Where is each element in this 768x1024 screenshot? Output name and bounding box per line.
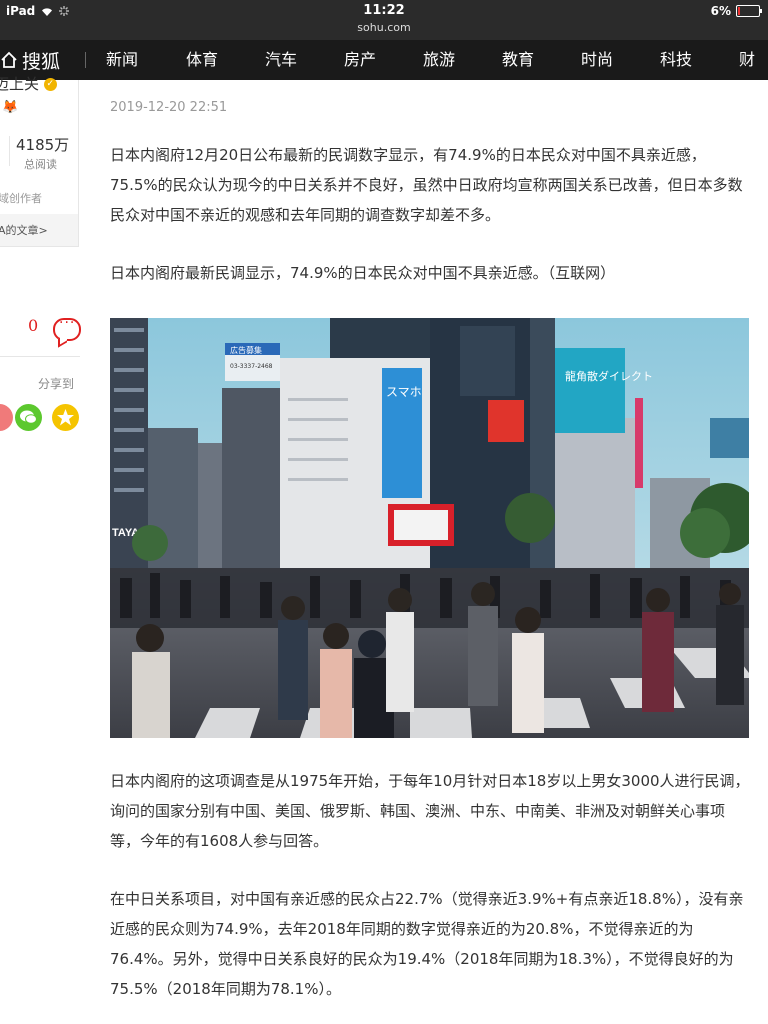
favorite-share-icon[interactable] bbox=[52, 404, 79, 431]
battery-icon bbox=[736, 5, 762, 17]
nav-item-tech[interactable]: 科技 bbox=[660, 40, 692, 80]
total-reads-count: 4185万 bbox=[16, 136, 70, 154]
author-card: 迈上关 ✓ 🦊 4185万 总阅读 域创作者 A的文章> bbox=[0, 75, 79, 247]
wechat-share-icon[interactable] bbox=[15, 404, 42, 431]
author-name-text: 迈上关 bbox=[0, 75, 40, 93]
home-icon bbox=[1, 51, 17, 68]
author-articles-link[interactable]: A的文章> bbox=[0, 214, 78, 246]
weibo-share-icon[interactable] bbox=[0, 404, 13, 431]
stat-divider bbox=[9, 136, 10, 166]
nav-bar: 搜狐 新闻 体育 汽车 房产 旅游 教育 时尚 科技 财经 bbox=[0, 40, 768, 80]
battery-percent: 6% bbox=[710, 4, 731, 18]
comment-icon[interactable]: ··· bbox=[53, 315, 81, 341]
author-articles-label: A的文章> bbox=[0, 224, 48, 237]
nav-item-education[interactable]: 教育 bbox=[502, 40, 534, 80]
nav-item-news[interactable]: 新闻 bbox=[106, 40, 138, 80]
verified-icon: ✓ bbox=[43, 78, 57, 91]
url-label[interactable]: sohu.com bbox=[0, 21, 768, 34]
article-paragraph: 日本内阁府最新民调显示，74.9%的日本民众对中国不具亲近感。（互联网） bbox=[110, 264, 616, 282]
nav-item-sports[interactable]: 体育 bbox=[186, 40, 218, 80]
nav-item-fashion[interactable]: 时尚 bbox=[581, 40, 613, 80]
author-name[interactable]: 迈上关 ✓ bbox=[0, 73, 57, 94]
logo-text: 搜狐 bbox=[22, 50, 61, 73]
fox-badge-icon: 🦊 bbox=[2, 100, 19, 115]
author-type: 域创作者 bbox=[0, 192, 42, 205]
article-photo: TAYA 広告募集 03-3337-2468 スマホ 龍角散ダイレクト bbox=[110, 318, 749, 738]
sign-ryukakusan: 龍角散ダイレクト bbox=[565, 369, 653, 383]
total-reads-label: 总阅读 bbox=[24, 158, 57, 171]
sidebar-divider bbox=[0, 356, 80, 357]
status-right: 6% bbox=[710, 4, 762, 18]
share-label: 分享到 bbox=[38, 377, 75, 391]
article-paragraph: 日本内阁府12月20日公布最新的民调数字显示，有74.9%的日本民众对中国不具亲… bbox=[110, 146, 743, 224]
nav-item-house[interactable]: 房产 bbox=[344, 40, 376, 80]
sign-ad-space: 広告募集 bbox=[230, 345, 262, 355]
status-bar: iPad 11:22 sohu.com 6% bbox=[0, 0, 768, 40]
clock: 11:22 bbox=[363, 3, 405, 18]
nav-item-finance[interactable]: 财经 bbox=[739, 40, 768, 80]
nav-item-travel[interactable]: 旅游 bbox=[423, 40, 455, 80]
sign-ad-phone: 03-3337-2468 bbox=[230, 363, 273, 370]
publish-date: 2019-12-20 22:51 bbox=[110, 100, 228, 115]
nav-item-auto[interactable]: 汽车 bbox=[265, 40, 297, 80]
shibuya-crossing-photo: TAYA 広告募集 03-3337-2468 スマホ 龍角散ダイレクト bbox=[110, 318, 749, 738]
nav-divider bbox=[85, 52, 86, 68]
sign-smartphone: スマホ bbox=[386, 385, 422, 399]
comment-count[interactable]: 0 bbox=[28, 316, 38, 335]
article-paragraph: 在中日关系项目，对中国有亲近感的民众占22.7%（觉得亲近3.9%+有点亲近18… bbox=[110, 890, 744, 998]
article-paragraph: 日本内阁府的这项调查是从1975年开始，于每年10月针对日本18岁以上男女300… bbox=[110, 772, 750, 850]
